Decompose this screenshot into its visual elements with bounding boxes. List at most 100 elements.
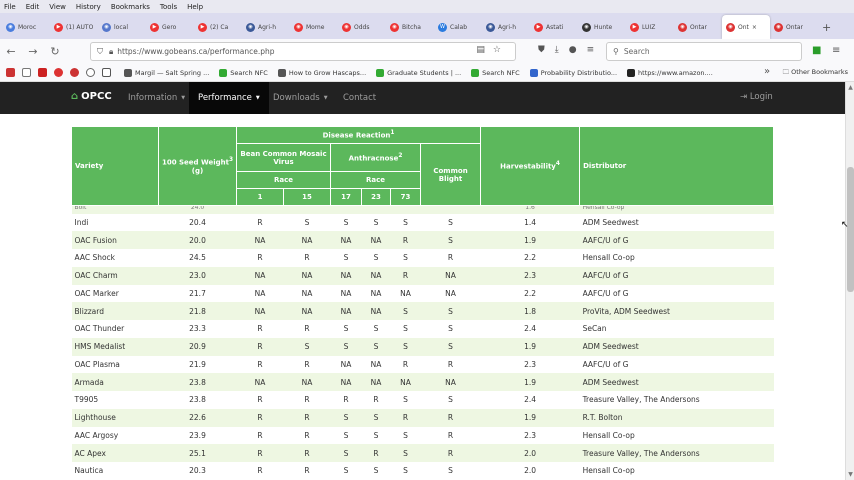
browser-tab[interactable]: ◉ Moroc <box>2 15 50 39</box>
table-cell: S <box>343 324 349 334</box>
bookmark-icon-square[interactable] <box>22 68 31 77</box>
browser-tab[interactable]: ▶ Astati <box>530 15 578 39</box>
scroll-down-icon[interactable]: ▼ <box>846 471 854 478</box>
tab-favicon-icon: ▶ <box>534 22 543 32</box>
menu-file[interactable]: File <box>4 3 16 11</box>
bookmark-icon-adblock[interactable] <box>70 68 79 77</box>
bookmark-item[interactable]: https://www.amazon.... <box>627 68 713 77</box>
bookmark-icon-red[interactable] <box>6 68 15 77</box>
bookmarks-overflow-icon[interactable]: » <box>764 66 770 77</box>
browser-tab[interactable]: ◉ Mome <box>290 15 338 39</box>
browser-tab[interactable]: ◉ Ontar <box>674 15 722 39</box>
table-cell: 1.9 <box>480 408 580 427</box>
other-bookmarks[interactable]: 🗀︎ Other Bookmarks <box>783 68 848 79</box>
col-variety: Variety <box>71 126 159 206</box>
tab-label: Ont <box>738 23 749 31</box>
shield-icon: ⛉ <box>97 46 103 56</box>
bookmark-icon-shield[interactable] <box>54 68 63 77</box>
extension-icon[interactable]: ■ <box>812 45 821 56</box>
tab-favicon-icon: ◉ <box>294 22 303 32</box>
pocket-icon[interactable]: ⛊ <box>538 45 555 55</box>
menu-icon[interactable]: ≡ <box>587 45 605 55</box>
menu-edit[interactable]: Edit <box>26 3 40 11</box>
account-icon[interactable]: ● <box>569 45 587 55</box>
page-scrollbar[interactable]: ▲ ▼ <box>845 82 854 480</box>
table-cell: R <box>304 466 310 476</box>
site-brand[interactable]: ⌂ OPCC <box>71 91 112 102</box>
overflow-menu-icon[interactable]: ≡ <box>832 45 840 56</box>
col-bcmv: Bean Common Mosaic Virus <box>236 143 331 172</box>
nav-information[interactable]: Information ▼ <box>119 82 194 114</box>
bookmark-item[interactable]: Graduate Students | ... <box>376 68 461 77</box>
tab-label: local <box>114 23 128 31</box>
browser-tab[interactable]: ▶ (2) Ca <box>194 15 242 39</box>
menu-tools[interactable]: Tools <box>160 3 177 11</box>
browser-tab[interactable]: ◉ Hunte <box>578 15 626 39</box>
table-cell: 1.6 <box>480 205 580 214</box>
browser-tab[interactable]: ◉ Bitcha <box>386 15 434 39</box>
table-cell: S <box>373 430 379 440</box>
bookmark-item[interactable]: How to Grow Hascaps... <box>277 68 366 77</box>
reader-icon[interactable]: ▤ <box>476 45 493 55</box>
nav-performance[interactable]: Performance ▼ <box>189 82 269 114</box>
menu-bookmarks[interactable]: Bookmarks <box>111 3 150 11</box>
browser-tab[interactable]: ▶ Gero <box>146 15 194 39</box>
table-cell: Hensall Co-op <box>579 205 774 214</box>
menu-history[interactable]: History <box>76 3 101 11</box>
bookmark-item[interactable]: Margil — Salt Spring ... <box>124 68 209 77</box>
mouse-cursor-icon: ↖ <box>841 220 849 230</box>
tab-close-icon[interactable]: × <box>752 24 757 31</box>
table-cell: R <box>283 408 331 427</box>
table-cell: 1.4 <box>524 217 537 227</box>
table-cell: S <box>304 217 310 227</box>
back-icon[interactable]: ← <box>0 45 22 58</box>
table-cell: S <box>420 231 481 249</box>
table-cell: 21.9 <box>189 359 206 369</box>
browser-tab[interactable]: W Calab <box>434 15 482 39</box>
nav-label: Downloads <box>273 93 320 103</box>
table-cell: R <box>420 408 481 427</box>
login-link[interactable]: ⇥ Login <box>740 92 773 102</box>
variety-name: T9905 <box>74 395 99 405</box>
tab-label: (1) AUTO <box>66 23 94 31</box>
col-race-15: 15 <box>283 188 331 206</box>
bookmark-icon-page[interactable] <box>102 68 111 77</box>
scroll-up-icon[interactable]: ▲ <box>846 84 854 91</box>
table-cell: NA <box>236 266 284 285</box>
menu-help[interactable]: Help <box>187 3 203 11</box>
browser-tab[interactable]: ▶ LUIZ <box>626 15 674 39</box>
table-cell: R <box>236 444 284 462</box>
url-bar[interactable]: ⛉ 🔒︎ https://www.gobeans.ca/performance.… <box>90 42 516 61</box>
variety-name: AAC Argosy <box>74 430 119 440</box>
bookmark-icon-clock[interactable] <box>86 68 95 77</box>
bookmark-item[interactable]: Search NFC <box>471 68 520 77</box>
app-menubar: File Edit View History Bookmarks Tools Help <box>0 0 854 13</box>
table-cell: NA <box>361 266 391 285</box>
bookmark-star-icon[interactable]: ☆ <box>493 45 509 55</box>
browser-tab[interactable]: ◉ Odds <box>338 15 386 39</box>
reload-icon[interactable]: ↻ <box>44 45 66 58</box>
tab-favicon-icon: ▶ <box>198 22 207 32</box>
menu-view[interactable]: View <box>49 3 66 11</box>
bookmark-icon-youtube[interactable] <box>38 68 47 77</box>
col-seed-weight: 100 Seed Weight3 (g) <box>158 126 237 206</box>
table-cell: 2.3 <box>524 359 537 369</box>
nav-contact[interactable]: Contact <box>334 82 385 114</box>
new-tab-button[interactable]: + <box>818 15 835 39</box>
download-icon[interactable]: ⤓ <box>555 45 569 55</box>
bookmark-item[interactable]: Search NFC <box>219 68 268 77</box>
browser-tab[interactable]: ▶ (1) AUTO <box>50 15 98 39</box>
distributor-name: Treasure Valley, The Andersons <box>579 444 774 462</box>
browser-tab[interactable]: ◉ Agri-h <box>482 15 530 39</box>
browser-tab[interactable]: ◉ Agri-h <box>242 15 290 39</box>
table-row: Blizzard 21.8 NA NA NA NA S S 1.8 ProVita, ADM Se… <box>71 302 774 320</box>
browser-tab[interactable]: ◉ Ontar <box>770 15 818 39</box>
browser-tab[interactable]: ◉ Ont × <box>722 15 770 39</box>
bookmark-item[interactable]: Probability Distributio... <box>529 68 617 77</box>
table-row: AAC Shock 24.5 R R S S S R 2.2 Hensall Co-op <box>72 249 774 267</box>
nav-downloads[interactable]: Downloads ▼ <box>264 82 337 114</box>
forward-icon[interactable]: → <box>22 45 44 58</box>
browser-tab[interactable]: ◉ local <box>98 15 146 39</box>
table-cell <box>420 205 481 214</box>
search-input[interactable]: ⚲ Search <box>606 42 802 61</box>
